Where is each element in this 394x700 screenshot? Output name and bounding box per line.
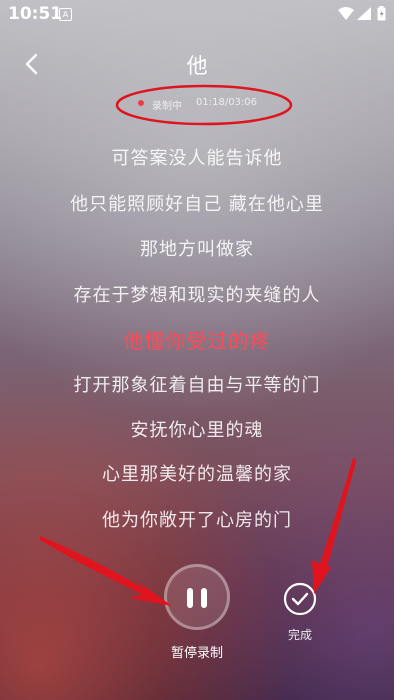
lyric-line: 存在于梦想和现实的夹缝的人 xyxy=(73,285,321,306)
pause-recording-button[interactable] xyxy=(164,564,230,630)
battery-icon xyxy=(377,6,386,21)
signal-icon xyxy=(357,7,371,20)
done-button[interactable] xyxy=(283,582,317,616)
annotation-arrow-left xyxy=(39,536,172,606)
pause-recording-label: 暂停录制 xyxy=(170,646,223,661)
done-label: 完成 xyxy=(287,628,312,642)
lyric-line: 心里那美好的温馨的家 xyxy=(102,464,292,485)
app-notification-icon: A xyxy=(59,8,72,21)
lyric-line: 他为你敞开了心房的门 xyxy=(102,510,292,531)
lyric-line: 打开那象征着自由与平等的门 xyxy=(73,375,321,396)
annotation-ellipse xyxy=(115,84,293,126)
lyric-line: 可答案没人能告诉他 xyxy=(111,148,283,169)
lyric-line: 那地方叫做家 xyxy=(140,239,254,260)
pause-icon xyxy=(187,588,193,608)
page-title: 他 xyxy=(186,54,208,78)
lyric-line: 安抚你心里的魂 xyxy=(130,420,264,441)
lyric-line-current: 他懂你受过的疼 xyxy=(123,329,271,353)
wifi-icon xyxy=(338,7,354,20)
status-time: 10:51 xyxy=(8,4,63,24)
pause-icon xyxy=(201,588,207,608)
lyric-line: 他只能照顾好自己 藏在他心里 xyxy=(70,194,324,215)
status-bar: 10:51 A xyxy=(0,0,394,28)
